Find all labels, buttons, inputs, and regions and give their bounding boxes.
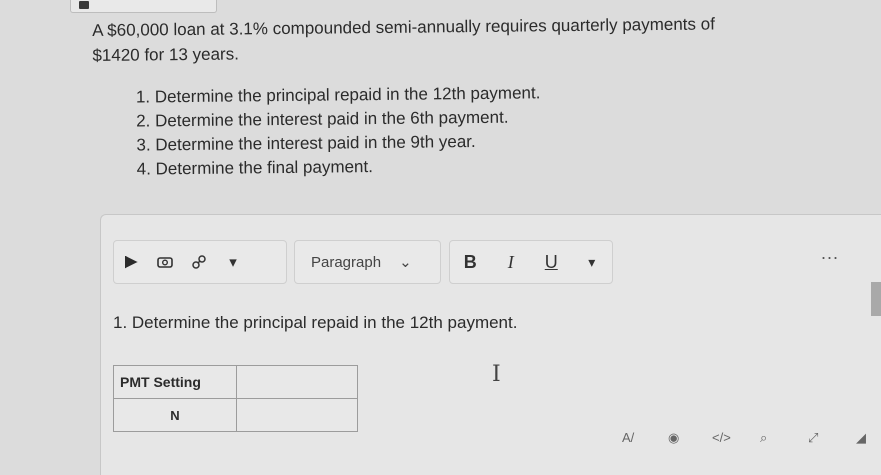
spellcheck-icon[interactable]: A/ [622, 430, 634, 445]
code-icon[interactable]: </> [712, 430, 731, 445]
question-block: A $60,000 loan at 3.1% compounded semi-a… [92, 10, 854, 182]
format-dropdown-icon[interactable]: ▾ [572, 254, 613, 271]
table-cell[interactable]: N [113, 398, 237, 432]
table-cell[interactable] [236, 365, 358, 399]
chevron-down-icon: ⌄ [399, 254, 412, 271]
text-cursor-icon: I [492, 362, 501, 387]
paragraph-label: Paragraph [311, 253, 382, 271]
scrollbar-thumb[interactable] [871, 282, 881, 316]
underline-button[interactable]: U [531, 252, 572, 273]
resize-icon[interactable]: ◢ [856, 430, 866, 446]
dropdown-arrow-icon[interactable]: ▾ [216, 247, 250, 277]
play-icon[interactable] [114, 247, 148, 277]
camera-icon[interactable] [148, 247, 182, 277]
toolbar-insert-group: ▾ [113, 240, 287, 284]
link-icon[interactable] [182, 247, 216, 277]
table-row: PMT Setting [113, 365, 358, 399]
toolbar-format-group: B I U ▾ [449, 240, 613, 284]
italic-button[interactable]: I [491, 252, 532, 273]
paragraph-dropdown[interactable]: Paragraph ⌄ [294, 240, 441, 284]
editor-content-line[interactable]: 1. Determine the principal repaid in the… [113, 313, 517, 333]
bold-button[interactable]: B [450, 252, 491, 273]
find-icon[interactable]: ⌕ [760, 430, 767, 446]
accessibility-icon[interactable]: ◉ [668, 430, 679, 446]
pmt-setting-table[interactable]: PMT Setting N [113, 365, 358, 432]
table-cell[interactable] [236, 398, 358, 432]
table-header-cell[interactable]: PMT Setting [113, 365, 237, 399]
fullscreen-icon[interactable]: ⤢ [808, 430, 818, 446]
more-options-button[interactable]: ... [821, 243, 839, 264]
table-row: N [113, 398, 358, 432]
tab-favicon-icon [79, 1, 89, 9]
question-list: Determine the principal repaid in the 12… [93, 78, 854, 182]
browser-top-tab[interactable] [70, 0, 217, 13]
